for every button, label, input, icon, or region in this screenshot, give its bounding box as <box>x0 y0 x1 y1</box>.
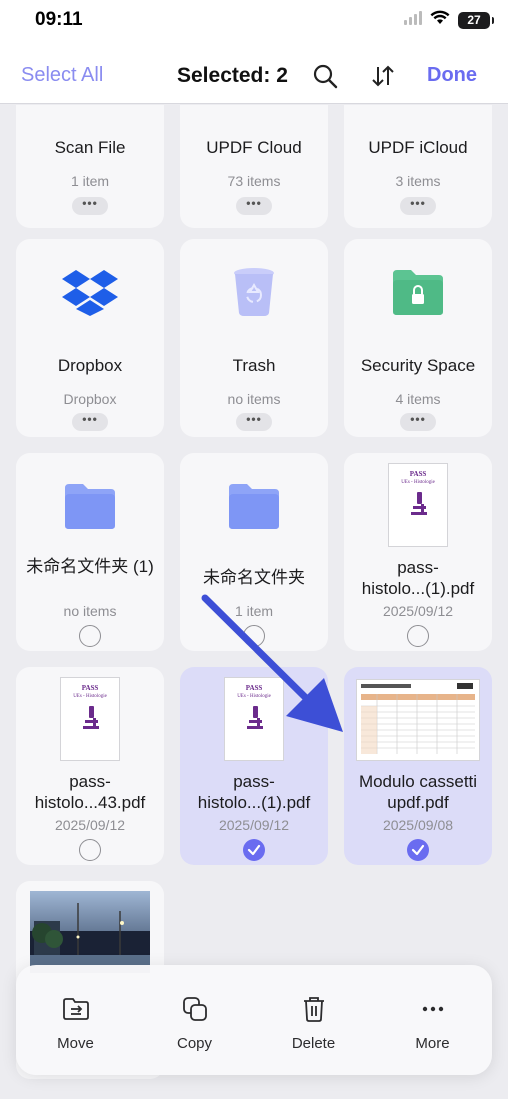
pdf-thumbnail: PASS UEs - Histologie <box>224 677 284 761</box>
file-grid: Scan File 1 item ••• UPDF Cloud 73 items… <box>0 105 508 1099</box>
card-name-line2: updf.pdf <box>387 793 449 812</box>
more-dots-icon <box>419 995 447 1023</box>
thumb-subtitle: UEs - Histologie <box>237 694 271 699</box>
card-name: 未命名文件夹 (1) <box>26 557 154 576</box>
selected-checkmark-icon[interactable] <box>407 839 429 861</box>
more-options-button[interactable]: ••• <box>72 197 108 215</box>
more-label: More <box>415 1035 450 1052</box>
microscope-icon <box>411 492 427 515</box>
select-all-button[interactable]: Select All <box>21 64 103 87</box>
sort-icon[interactable] <box>370 63 396 94</box>
thumb-title: PASS <box>245 684 263 692</box>
folder-card-untitled-1[interactable]: 未命名文件夹 (1) no items <box>16 453 164 651</box>
card-subtitle: no items <box>227 391 281 407</box>
card-subtitle: 2025/09/12 <box>218 817 290 833</box>
folder-icon <box>16 475 164 537</box>
card-subtitle: 73 items <box>227 173 281 189</box>
search-icon[interactable] <box>312 63 338 94</box>
status-time: 09:11 <box>35 9 83 30</box>
card-subtitle: 4 items <box>395 391 441 407</box>
card-subtitle: 1 item <box>234 603 274 619</box>
card-subtitle: 3 items <box>395 173 441 189</box>
pdf-thumbnail: PASS UEs - Histologie <box>60 677 120 761</box>
more-options-button[interactable]: ••• <box>236 197 272 215</box>
move-icon <box>62 995 90 1023</box>
copy-button[interactable]: Copy <box>135 965 254 1075</box>
folder-card-scan-file[interactable]: Scan File 1 item ••• <box>16 105 164 228</box>
card-name: Dropbox <box>57 356 123 375</box>
delete-button[interactable]: Delete <box>254 965 373 1075</box>
copy-label: Copy <box>176 1035 213 1052</box>
move-label: Move <box>57 1035 94 1052</box>
card-name: Scan File <box>54 138 126 157</box>
copy-icon <box>181 995 209 1023</box>
card-name-line1: Modulo cassetti <box>358 772 478 791</box>
card-name: UPDF iCloud <box>368 138 468 157</box>
card-subtitle: 2025/09/12 <box>54 817 126 833</box>
microscope-icon <box>83 706 99 729</box>
thumb-subtitle: UEs - Histologie <box>73 694 107 699</box>
card-name: Security Space <box>360 356 476 375</box>
status-bar: 09:11 27 <box>0 0 508 40</box>
thumb-title: PASS <box>409 470 427 478</box>
more-options-button[interactable]: ••• <box>400 197 436 215</box>
card-name-line2: histolo...(1).pdf <box>197 793 311 812</box>
selection-checkbox[interactable] <box>79 625 101 647</box>
folder-icon <box>180 475 328 537</box>
file-card-pass-histolo-1[interactable]: PASS UEs - Histologie pass- histolo...(1… <box>344 453 492 651</box>
folder-card-dropbox[interactable]: Dropbox Dropbox ••• <box>16 239 164 437</box>
move-button[interactable]: Move <box>16 965 135 1075</box>
folder-card-untitled[interactable]: 未命名文件夹 1 item <box>180 453 328 651</box>
card-name-line1: pass- <box>69 772 111 791</box>
folder-card-updf-cloud[interactable]: UPDF Cloud 73 items ••• <box>180 105 328 228</box>
more-options-button[interactable]: ••• <box>400 413 436 431</box>
folder-card-updf-icloud[interactable]: UPDF iCloud 3 items ••• <box>344 105 492 228</box>
card-name: Trash <box>232 356 276 375</box>
status-icons: 27 <box>404 10 494 30</box>
file-card-modulo-cassetti[interactable]: Modulo cassetti updf.pdf 2025/09/08 <box>344 667 492 865</box>
done-button[interactable]: Done <box>427 64 477 87</box>
spreadsheet-thumbnail <box>356 679 480 761</box>
pdf-thumbnail: PASS UEs - Histologie <box>388 463 448 547</box>
card-name-line2: histolo...43.pdf <box>34 793 146 812</box>
thumb-title: PASS <box>81 684 99 692</box>
card-subtitle: 2025/09/08 <box>382 817 454 833</box>
selection-checkbox[interactable] <box>407 625 429 647</box>
navigation-bar: Select All Selected: 2 Done <box>0 40 508 104</box>
file-card-pass-histolo-43[interactable]: PASS UEs - Histologie pass- histolo...43… <box>16 667 164 865</box>
card-name: UPDF Cloud <box>206 138 302 157</box>
microscope-icon <box>247 706 263 729</box>
card-subtitle: 2025/09/12 <box>382 603 454 619</box>
selection-checkbox[interactable] <box>243 625 265 647</box>
more-button[interactable]: More <box>373 965 492 1075</box>
folder-card-security-space[interactable]: Security Space 4 items ••• <box>344 239 492 437</box>
photo-thumbnail <box>30 891 150 973</box>
dropbox-icon <box>16 261 164 323</box>
battery-icon: 27 <box>458 11 494 29</box>
selected-checkmark-icon[interactable] <box>243 839 265 861</box>
signal-icon <box>404 10 422 30</box>
selection-count-title: Selected: 2 <box>177 64 288 87</box>
card-name-line1: pass- <box>233 772 275 791</box>
thumb-subtitle: UEs - Histologie <box>401 480 435 485</box>
lock-folder-icon <box>344 261 492 323</box>
trash-icon <box>300 995 328 1023</box>
action-toolbar: Move Copy Delete More <box>16 965 492 1075</box>
trash-icon <box>180 261 328 323</box>
card-subtitle: 1 item <box>70 173 110 189</box>
file-card-pass-histolo-1-selected[interactable]: PASS UEs - Histologie pass- histolo...(1… <box>180 667 328 865</box>
card-name-line2: histolo...(1).pdf <box>361 579 475 598</box>
wifi-icon <box>430 10 450 30</box>
selection-checkbox[interactable] <box>79 839 101 861</box>
card-name-line1: pass- <box>397 558 439 577</box>
delete-label: Delete <box>291 1035 336 1052</box>
more-options-button[interactable]: ••• <box>236 413 272 431</box>
card-name: 未命名文件夹 <box>203 568 305 587</box>
folder-card-trash[interactable]: Trash no items ••• <box>180 239 328 437</box>
card-subtitle: Dropbox <box>63 391 117 407</box>
card-subtitle: no items <box>63 603 117 619</box>
more-options-button[interactable]: ••• <box>72 413 108 431</box>
